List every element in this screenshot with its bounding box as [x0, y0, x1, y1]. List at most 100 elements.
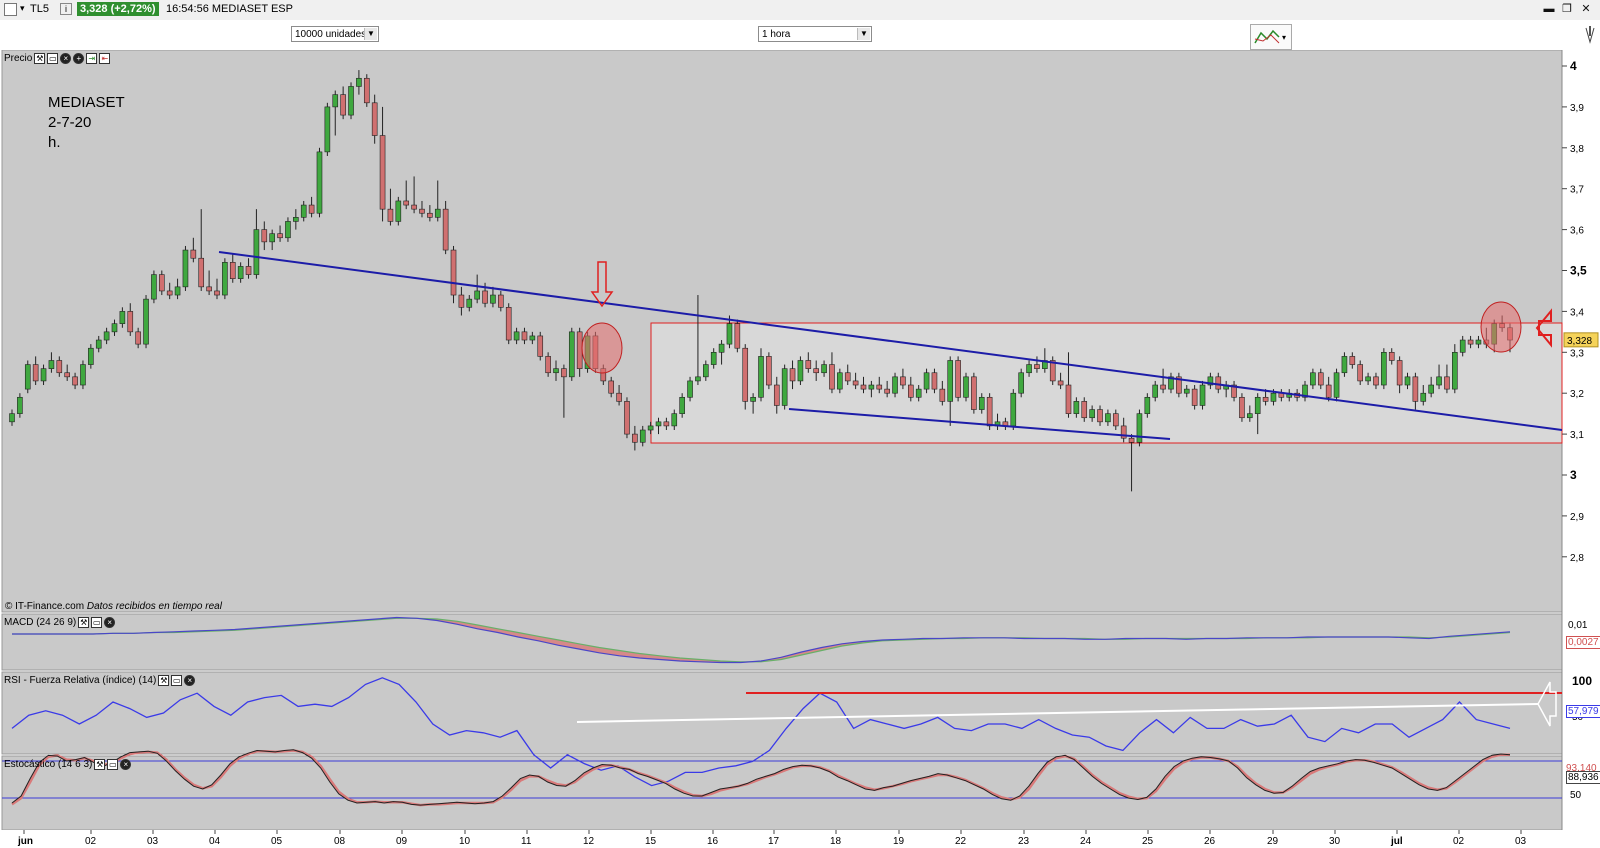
candle	[1049, 356, 1056, 386]
candle-body	[710, 351, 717, 365]
candle-body	[174, 286, 181, 296]
window-menu-icon[interactable]	[4, 3, 17, 16]
window-icon[interactable]: ▭	[107, 759, 119, 770]
candle-body	[766, 356, 772, 386]
window-icon[interactable]: ▭	[91, 617, 103, 628]
close-icon[interactable]: ×	[104, 617, 116, 628]
candle-body	[1018, 372, 1024, 394]
time-tick-label: 23	[1018, 836, 1030, 847]
candle-body	[80, 364, 86, 386]
candle-body	[119, 311, 126, 324]
candle-body	[308, 204, 315, 214]
candle-body	[639, 429, 646, 443]
chart-area: 4 3,9 3,8 3,7 3,6 3,5 3,4 3,3 3,2 3,1 3 2,9 2,8 3,328…	[0, 50, 1600, 848]
candle-body	[1270, 392, 1277, 402]
rsi-panel-label: RSI - Fuerza Relativa (índice) (14)	[4, 675, 157, 686]
candle-body	[884, 388, 890, 394]
time-tick-label: 19	[893, 836, 905, 847]
time-tick-label: 22	[955, 836, 967, 847]
candle-body	[450, 249, 457, 296]
wrench-icon[interactable]: ⚒	[78, 617, 90, 628]
candle-body	[190, 249, 197, 259]
candle-body	[135, 331, 141, 345]
candle-body	[1105, 413, 1111, 423]
wrench-icon[interactable]: ⚒	[158, 675, 170, 686]
minimize-icon[interactable]: ▬	[1543, 3, 1555, 15]
candle-body	[48, 360, 55, 369]
candle-body	[371, 102, 378, 136]
interval-select[interactable]: 1 hora ▼	[758, 26, 872, 42]
scroll-tools-icon[interactable]	[1583, 24, 1597, 46]
info-icon[interactable]: i	[60, 3, 72, 15]
candle-body	[805, 360, 812, 369]
time-tick-label: 10	[459, 836, 471, 847]
export-icon[interactable]: ⇥	[86, 53, 98, 64]
price-tick-label: 3,2	[1570, 389, 1584, 400]
candle-body	[229, 262, 236, 279]
candle	[963, 372, 969, 402]
candle-body	[293, 217, 299, 222]
candle-body	[72, 376, 78, 386]
rsi-panel	[1, 671, 1563, 755]
import-icon[interactable]: ⇤	[99, 53, 111, 64]
units-select[interactable]: 10000 unidades ▼	[291, 26, 379, 42]
candle-body	[1215, 376, 1222, 390]
candle-body	[1404, 376, 1411, 386]
candle-body	[222, 262, 228, 296]
time-tick-label: 03	[1515, 836, 1527, 847]
time-tick-label: jun	[17, 836, 33, 847]
candle-body	[576, 331, 583, 369]
candle-body	[773, 384, 780, 406]
rsi-current-value: 57,979	[1566, 705, 1600, 718]
time-tick-label: 17	[768, 836, 780, 847]
candle-body	[1112, 413, 1119, 427]
candle-body	[1081, 401, 1088, 419]
window-icon[interactable]: ▭	[171, 675, 183, 686]
candle-body	[750, 396, 756, 402]
chevron-down-icon: ▼	[857, 28, 870, 40]
wrench-icon[interactable]: ⚒	[34, 53, 46, 64]
close-icon[interactable]: ×	[60, 53, 72, 64]
candle-body	[1412, 376, 1419, 402]
candle-body	[316, 151, 323, 214]
candle-body	[498, 294, 504, 308]
restore-icon[interactable]: ❐	[1561, 3, 1573, 15]
candle-body	[95, 339, 102, 349]
candle-body	[1191, 388, 1198, 406]
price-tick-label: 2,8	[1570, 553, 1584, 564]
candle	[24, 360, 31, 394]
candle-body	[356, 77, 362, 87]
candle-body	[553, 368, 559, 374]
candle-body	[332, 94, 339, 108]
candle	[781, 364, 788, 410]
candle-body	[860, 384, 867, 390]
symbol-dropdown-arrow-icon[interactable]: ▾	[20, 3, 25, 14]
copyright-line: © IT-Finance.com Datos recibidos en tiem…	[5, 601, 222, 612]
candle-body	[1073, 401, 1080, 414]
candle-body	[1010, 392, 1017, 427]
title-bar: ▾ TL5 i 3,328 (+2,72%) 16:54:56 MEDIASET…	[0, 0, 1600, 21]
candle-body	[490, 294, 496, 304]
candle-body	[88, 347, 94, 365]
candle	[1381, 348, 1387, 390]
price-tick-label: 2,9	[1570, 512, 1584, 523]
window-icon[interactable]: ▭	[47, 53, 59, 64]
candle-body	[892, 376, 898, 394]
candle-body	[159, 274, 165, 292]
stoch-current-value: 88,936	[1566, 771, 1600, 784]
candle-body	[679, 396, 685, 414]
close-icon[interactable]: ×	[184, 675, 196, 686]
time-tick-label: 29	[1267, 836, 1279, 847]
candle-body	[300, 204, 307, 218]
candle-body	[17, 396, 23, 414]
add-icon[interactable]: +	[73, 53, 85, 64]
close-icon[interactable]: ✕	[1580, 3, 1592, 15]
price-tick-label: 3,5	[1570, 264, 1587, 278]
candle-body	[1136, 413, 1143, 443]
wrench-icon[interactable]: ⚒	[94, 759, 106, 770]
candle-body	[718, 343, 725, 353]
candle-body	[403, 200, 410, 206]
chart-type-button[interactable]: ▾	[1250, 24, 1292, 50]
close-icon[interactable]: ×	[120, 759, 132, 770]
realtime-note: Datos recibidos en tiempo real	[86, 601, 222, 612]
